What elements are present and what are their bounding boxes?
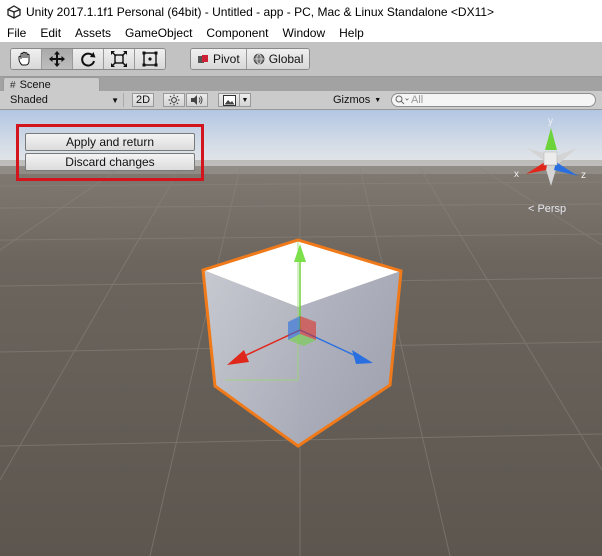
scale-icon xyxy=(111,51,127,67)
pivot-global-toggles: Pivot Global xyxy=(190,48,311,70)
scale-tool-button[interactable] xyxy=(104,49,135,69)
apply-and-return-button[interactable]: Apply and return xyxy=(25,133,195,151)
hand-icon xyxy=(18,51,30,66)
sun-icon xyxy=(168,94,180,106)
window-title: Unity 2017.1.1f1 Personal (64bit) - Unti… xyxy=(26,4,495,19)
unity-logo-icon xyxy=(7,4,21,19)
menu-edit[interactable]: Edit xyxy=(33,26,68,40)
discard-changes-button[interactable]: Discard changes xyxy=(25,153,195,171)
toggle-2d-label: 2D xyxy=(135,94,151,106)
menu-file[interactable]: File xyxy=(0,26,33,40)
discard-changes-label: Discard changes xyxy=(65,155,155,169)
projection-label: Persp xyxy=(537,203,567,215)
shading-mode-dropdown[interactable]: Shaded ▼ xyxy=(4,93,124,107)
main-toolbar: Pivot Global xyxy=(0,42,602,77)
rotate-tool-button[interactable] xyxy=(73,49,104,69)
effects-dropdown[interactable]: ▼ xyxy=(240,93,251,107)
shading-mode-value: Shaded xyxy=(10,94,48,106)
rect-transform-icon xyxy=(142,51,158,67)
tab-scene-label: Scene xyxy=(19,79,51,91)
toggle-2d-button[interactable]: 2D xyxy=(132,93,154,107)
apply-and-return-label: Apply and return xyxy=(65,135,155,149)
chevron-down-icon: ▼ xyxy=(111,95,119,105)
menu-help[interactable]: Help xyxy=(332,26,371,40)
global-label: Global xyxy=(268,52,304,66)
rect-tool-button[interactable] xyxy=(135,49,165,69)
move-arrows-icon xyxy=(49,51,65,67)
pivot-label: Pivot xyxy=(213,52,240,66)
image-effects-icon xyxy=(222,94,236,106)
gizmos-dropdown[interactable]: Gizmos ▼ xyxy=(333,93,381,107)
global-toggle[interactable]: Global xyxy=(246,49,310,69)
globe-icon xyxy=(253,53,265,65)
menu-gameobject[interactable]: GameObject xyxy=(118,26,199,40)
gizmos-label: Gizmos xyxy=(333,94,371,106)
audio-toggle[interactable] xyxy=(186,93,208,107)
gizmo-x-label: x xyxy=(514,169,519,180)
move-tool-button[interactable] xyxy=(42,49,73,69)
speaker-icon xyxy=(191,95,203,105)
tab-scene[interactable]: # Scene xyxy=(3,77,100,92)
scene-grid-icon: # xyxy=(10,79,16,91)
menu-bar: File Edit Assets GameObject Component Wi… xyxy=(0,23,602,42)
menu-window[interactable]: Window xyxy=(275,26,332,40)
highlight-box: Apply and return Discard changes xyxy=(16,124,204,181)
scene-toolbar: Shaded ▼ 2D ▼ Gizmos ▼ All xyxy=(0,91,602,110)
menu-component[interactable]: Component xyxy=(199,26,275,40)
pivot-icon xyxy=(198,55,208,63)
transform-tools xyxy=(10,48,166,70)
search-icon xyxy=(395,95,409,105)
scene-search-input[interactable]: All xyxy=(391,93,596,107)
chevron-down-icon: ▼ xyxy=(241,96,249,104)
pivot-toggle[interactable]: Pivot xyxy=(191,49,247,69)
hand-tool-button[interactable] xyxy=(11,49,42,69)
lighting-toggle[interactable] xyxy=(163,93,185,107)
gizmo-center-cube[interactable] xyxy=(543,151,558,166)
effects-toggle[interactable] xyxy=(218,93,240,107)
panel-tab-row: # Scene xyxy=(0,77,602,92)
chevron-down-icon: ▼ xyxy=(374,96,382,104)
perspective-icon: < xyxy=(528,203,535,215)
menu-assets[interactable]: Assets xyxy=(68,26,118,40)
projection-toggle[interactable]: < Persp xyxy=(528,203,566,215)
title-bar: Unity 2017.1.1f1 Personal (64bit) - Unti… xyxy=(0,0,602,23)
rotate-icon xyxy=(81,52,96,67)
search-placeholder: All xyxy=(411,94,424,106)
gizmo-y-label: y xyxy=(548,116,553,127)
gizmo-z-label: z xyxy=(581,170,586,181)
